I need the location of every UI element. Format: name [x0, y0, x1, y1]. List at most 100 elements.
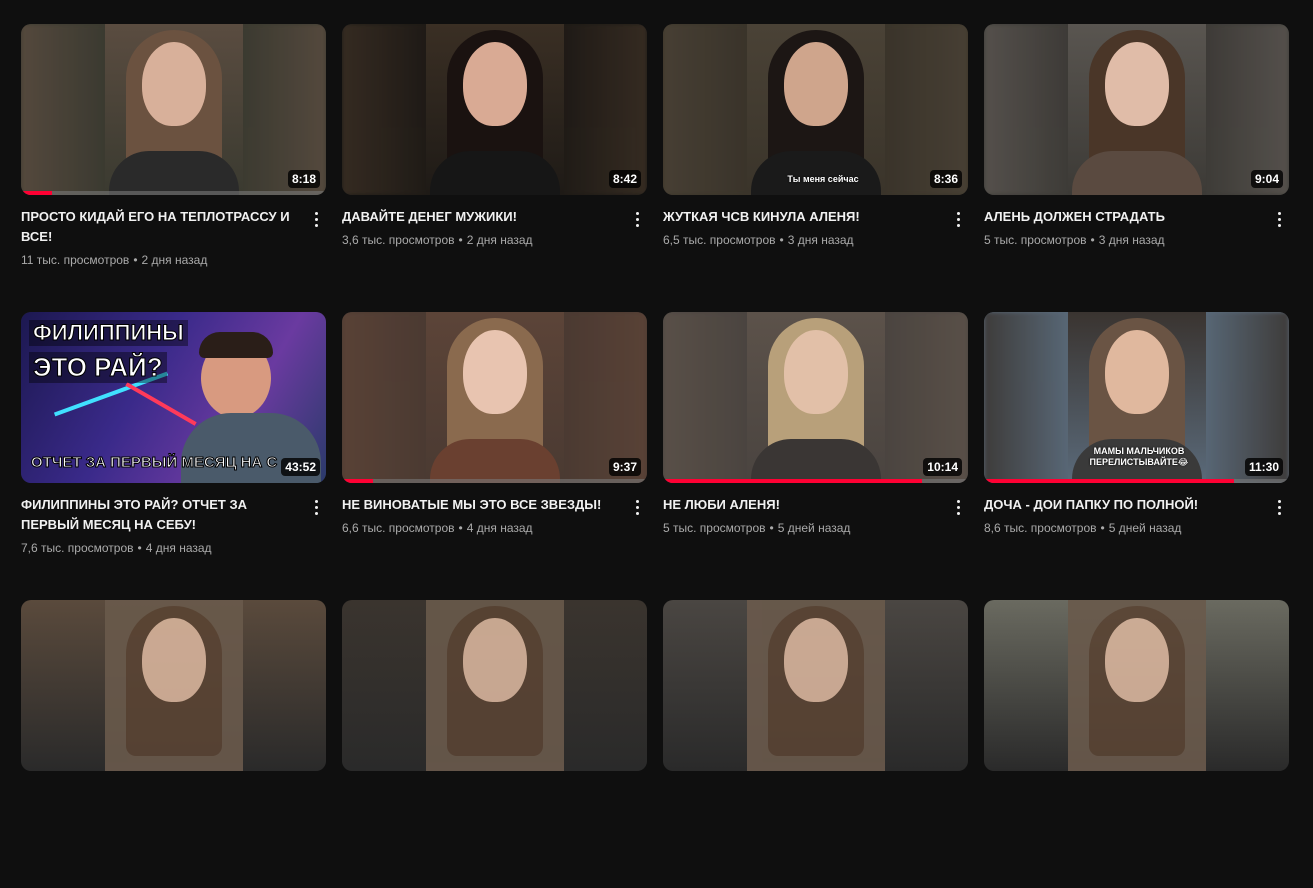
video-meta: НЕ ЛЮБИ АЛЕНЯ! 5 тыс. просмотров • 5 дней …: [663, 483, 968, 535]
upload-age: 2 дня назад: [141, 253, 208, 267]
separator-dot: •: [133, 253, 138, 267]
thumbnail-person: [1068, 24, 1206, 195]
video-title[interactable]: ДОЧА - ДОИ ПАПКУ ПО ПОЛНОЙ!: [984, 495, 1264, 515]
video-card[interactable]: [663, 600, 968, 888]
video-meta: ДОЧА - ДОИ ПАПКУ ПО ПОЛНОЙ! 8,6 тыс. про…: [984, 483, 1289, 535]
more-vert-icon[interactable]: [948, 207, 968, 231]
separator-dot: •: [1090, 233, 1095, 247]
more-vert-icon[interactable]: [627, 495, 647, 519]
video-card[interactable]: Ты меня сейчас 8:36 ЖУТКАЯ ЧСВ КИНУЛА АЛ…: [663, 24, 968, 312]
thumbnail-person: [747, 312, 885, 483]
thumbnail-person: [426, 600, 564, 771]
more-vert-icon[interactable]: [1269, 495, 1289, 519]
video-card[interactable]: [342, 600, 647, 888]
video-stats: 8,6 тыс. просмотров • 5 дней назад: [984, 521, 1289, 535]
video-meta: ФИЛИППИНЫ ЭТО РАЙ? ОТЧЕТ ЗА ПЕРВЫЙ МЕСЯЦ…: [21, 483, 326, 555]
thumbnail-blur-left: [663, 24, 753, 195]
thumbnail-person: [747, 24, 885, 195]
video-title[interactable]: АЛЕНЬ ДОЛЖЕН СТРАДАТЬ: [984, 207, 1264, 227]
video-duration: 43:52: [281, 458, 320, 476]
video-thumbnail[interactable]: [342, 600, 647, 771]
video-title[interactable]: ДАВАЙТЕ ДЕНЕГ МУЖИКИ!: [342, 207, 622, 227]
upload-age: 4 дня назад: [466, 521, 533, 535]
separator-dot: •: [458, 521, 463, 535]
video-duration: 8:18: [287, 170, 320, 188]
thumbnail-blur-left: [342, 312, 432, 483]
upload-age: 5 дней назад: [777, 521, 851, 535]
thumbnail-caption: МАМЫ МАЛЬЧИКОВ ПЕРЕЛИСТЫВАЙТЕ😂: [1089, 446, 1189, 467]
video-thumbnail[interactable]: [21, 600, 326, 771]
thumbnail-blur-left: [663, 312, 753, 483]
more-vert-icon[interactable]: [948, 495, 968, 519]
video-meta: ПРОСТО КИДАЙ ЕГО НА ТЕПЛОТРАССУ И ВСЕ! 1…: [21, 195, 326, 267]
video-meta: АЛЕНЬ ДОЛЖЕН СТРАДАТЬ 5 тыс. просмотров •…: [984, 195, 1289, 247]
video-title[interactable]: ПРОСТО КИДАЙ ЕГО НА ТЕПЛОТРАССУ И ВСЕ!: [21, 207, 301, 247]
more-vert-icon[interactable]: [306, 207, 326, 231]
video-title[interactable]: ФИЛИППИНЫ ЭТО РАЙ? ОТЧЕТ ЗА ПЕРВЫЙ МЕСЯЦ…: [21, 495, 301, 535]
video-title[interactable]: ЖУТКАЯ ЧСВ КИНУЛА АЛЕНЯ!: [663, 207, 943, 227]
thumbnail-blur-left: [984, 24, 1074, 195]
video-stats: 6,6 тыс. просмотров • 4 дня назад: [342, 521, 647, 535]
view-count: 5 тыс. просмотров: [663, 521, 766, 535]
video-stats: 6,5 тыс. просмотров • 3 дня назад: [663, 233, 968, 247]
upload-age: 2 дня назад: [466, 233, 533, 247]
video-title[interactable]: НЕ ВИНОВАТЫЕ МЫ ЭТО ВСЕ ЗВЕЗДЫ!: [342, 495, 622, 515]
video-thumbnail[interactable]: [984, 600, 1289, 771]
video-thumbnail[interactable]: Ты меня сейчас 8:36: [663, 24, 968, 195]
video-thumbnail[interactable]: 10:14: [663, 312, 968, 483]
video-thumbnail[interactable]: 8:18: [21, 24, 326, 195]
video-stats: 3,6 тыс. просмотров • 2 дня назад: [342, 233, 647, 247]
thumbnail-person: [1068, 600, 1206, 771]
more-vert-icon[interactable]: [627, 207, 647, 231]
video-card[interactable]: 8:42 ДАВАЙТЕ ДЕНЕГ МУЖИКИ! 3,6 тыс. прос…: [342, 24, 647, 312]
thumbnail-person: [426, 312, 564, 483]
thumbnail-caption: Ты меня сейчас: [787, 174, 859, 184]
view-count: 7,6 тыс. просмотров: [21, 541, 134, 555]
video-thumbnail[interactable]: 9:04: [984, 24, 1289, 195]
video-card[interactable]: МАМЫ МАЛЬЧИКОВ ПЕРЕЛИСТЫВАЙТЕ😂 11:30 ДОЧ…: [984, 312, 1289, 600]
more-vert-icon[interactable]: [1269, 207, 1289, 231]
video-title[interactable]: НЕ ЛЮБИ АЛЕНЯ!: [663, 495, 943, 515]
video-card[interactable]: [21, 600, 326, 888]
view-count: 11 тыс. просмотров: [21, 253, 130, 267]
video-meta: ДАВАЙТЕ ДЕНЕГ МУЖИКИ! 3,6 тыс. просмотро…: [342, 195, 647, 247]
view-count: 6,5 тыс. просмотров: [663, 233, 776, 247]
video-thumbnail[interactable]: [663, 600, 968, 771]
thumbnail-person: [747, 600, 885, 771]
view-count: 8,6 тыс. просмотров: [984, 521, 1097, 535]
thumbnail-person: [105, 24, 243, 195]
thumbnail-blur-left: [342, 24, 432, 195]
video-stats: 5 тыс. просмотров • 3 дня назад: [984, 233, 1289, 247]
separator-dot: •: [458, 233, 463, 247]
video-card[interactable]: 10:14 НЕ ЛЮБИ АЛЕНЯ! 5 тыс. просмотров • 5…: [663, 312, 968, 600]
view-count: 3,6 тыс. просмотров: [342, 233, 455, 247]
video-card[interactable]: 9:37 НЕ ВИНОВАТЫЕ МЫ ЭТО ВСЕ ЗВЕЗДЫ! 6,6…: [342, 312, 647, 600]
upload-age: 4 дня назад: [145, 541, 212, 555]
video-duration: 11:30: [1244, 458, 1283, 476]
video-thumbnail[interactable]: МАМЫ МАЛЬЧИКОВ ПЕРЕЛИСТЫВАЙТЕ😂 11:30: [984, 312, 1289, 483]
video-duration: 8:36: [929, 170, 962, 188]
video-card[interactable]: ФИЛИППИНЫ ЭТО РАЙ? ОТЧЕТ ЗА ПЕРВЫЙ МЕСЯЦ…: [21, 312, 326, 600]
video-thumbnail[interactable]: ФИЛИППИНЫ ЭТО РАЙ? ОТЧЕТ ЗА ПЕРВЫЙ МЕСЯЦ…: [21, 312, 326, 483]
video-card[interactable]: 9:04 АЛЕНЬ ДОЛЖЕН СТРАДАТЬ 5 тыс. просмо…: [984, 24, 1289, 312]
video-stats: 5 тыс. просмотров • 5 дней назад: [663, 521, 968, 535]
video-thumbnail[interactable]: 9:37: [342, 312, 647, 483]
more-vert-icon[interactable]: [306, 495, 326, 519]
upload-age: 5 дней назад: [1108, 521, 1182, 535]
video-thumbnail[interactable]: 8:42: [342, 24, 647, 195]
separator-dot: •: [769, 521, 774, 535]
separator-dot: •: [779, 233, 784, 247]
video-duration: 8:42: [608, 170, 641, 188]
thumbnail-blur-left: [984, 312, 1074, 483]
video-grid: 8:18 ПРОСТО КИДАЙ ЕГО НА ТЕПЛОТРАССУ И В…: [21, 24, 1289, 888]
video-card[interactable]: [984, 600, 1289, 888]
video-stats: 11 тыс. просмотров • 2 дня назад: [21, 253, 326, 267]
video-duration: 9:04: [1250, 170, 1283, 188]
thumbnail-person: [105, 600, 243, 771]
view-count: 5 тыс. просмотров: [984, 233, 1087, 247]
video-card[interactable]: 8:18 ПРОСТО КИДАЙ ЕГО НА ТЕПЛОТРАССУ И В…: [21, 24, 326, 312]
upload-age: 3 дня назад: [1098, 233, 1165, 247]
video-duration: 10:14: [923, 458, 962, 476]
video-meta: НЕ ВИНОВАТЫЕ МЫ ЭТО ВСЕ ЗВЕЗДЫ! 6,6 тыс.…: [342, 483, 647, 535]
separator-dot: •: [1100, 521, 1105, 535]
